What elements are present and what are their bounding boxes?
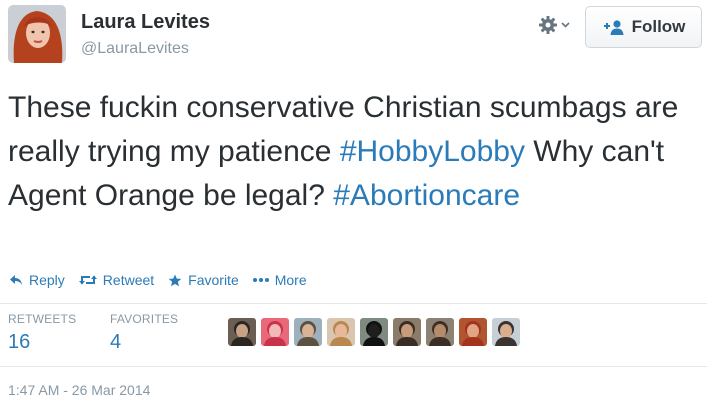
favorites-count: 4 bbox=[110, 331, 122, 353]
reply-label: Reply bbox=[29, 272, 65, 288]
profile-photo-icon bbox=[8, 5, 66, 63]
favorites-label: FAVORITES bbox=[110, 312, 179, 326]
tweet-text: These fuckin conservative Christian scum… bbox=[8, 86, 698, 218]
hashtag-link[interactable]: #Abortioncare bbox=[333, 179, 520, 212]
user-handle[interactable]: @LauraLevites bbox=[81, 40, 189, 58]
reply-button[interactable]: Reply bbox=[9, 272, 65, 288]
retweets-count: 16 bbox=[8, 331, 31, 353]
avatar-black-cat-icon[interactable] bbox=[360, 318, 388, 346]
add-user-icon bbox=[603, 20, 624, 35]
hashtag-link[interactable]: #HobbyLobby bbox=[340, 135, 525, 168]
more-button[interactable]: More bbox=[252, 272, 307, 288]
avatar-man-beard-icon[interactable] bbox=[426, 318, 454, 346]
retweets-stat[interactable]: RETWEETS 16 bbox=[8, 312, 76, 354]
divider bbox=[0, 303, 707, 304]
user-name[interactable]: Laura Levites bbox=[81, 11, 210, 34]
reply-icon bbox=[10, 275, 22, 285]
avatar-man-dark-hair-icon[interactable] bbox=[228, 318, 256, 346]
ellipsis-icon bbox=[252, 278, 269, 282]
avatar-group-icon[interactable] bbox=[393, 318, 421, 346]
user-actions-dropdown[interactable] bbox=[538, 12, 576, 38]
gear-icon bbox=[539, 16, 557, 34]
avatar-woman-blonde-icon[interactable] bbox=[327, 318, 355, 346]
tweet-timestamp[interactable]: 1:47 AM - 26 Mar 2014 bbox=[8, 382, 150, 398]
retweets-label: RETWEETS bbox=[8, 312, 77, 326]
avatar-man-hat-icon[interactable] bbox=[294, 318, 322, 346]
favorites-stat[interactable]: FAVORITES 4 bbox=[110, 312, 178, 354]
avatar-man-suit-icon[interactable] bbox=[492, 318, 520, 346]
favoriter-avatars bbox=[228, 318, 520, 346]
follow-label: Follow bbox=[631, 17, 686, 36]
follow-button[interactable]: Follow bbox=[585, 6, 702, 48]
star-icon bbox=[168, 274, 182, 286]
favorite-label: Favorite bbox=[188, 272, 239, 288]
tweet-actions: Reply Retweet Favorite More bbox=[9, 270, 321, 290]
retweet-icon bbox=[78, 275, 97, 285]
favorite-button[interactable]: Favorite bbox=[168, 272, 239, 288]
retweet-button[interactable]: Retweet bbox=[78, 272, 155, 288]
retweet-label: Retweet bbox=[102, 272, 155, 288]
divider bbox=[0, 366, 707, 367]
avatar-redhead-icon[interactable] bbox=[459, 318, 487, 346]
more-label: More bbox=[274, 272, 307, 288]
chevron-down-icon bbox=[561, 22, 570, 28]
avatar-pink-icon[interactable] bbox=[261, 318, 289, 346]
avatar[interactable] bbox=[8, 5, 66, 63]
